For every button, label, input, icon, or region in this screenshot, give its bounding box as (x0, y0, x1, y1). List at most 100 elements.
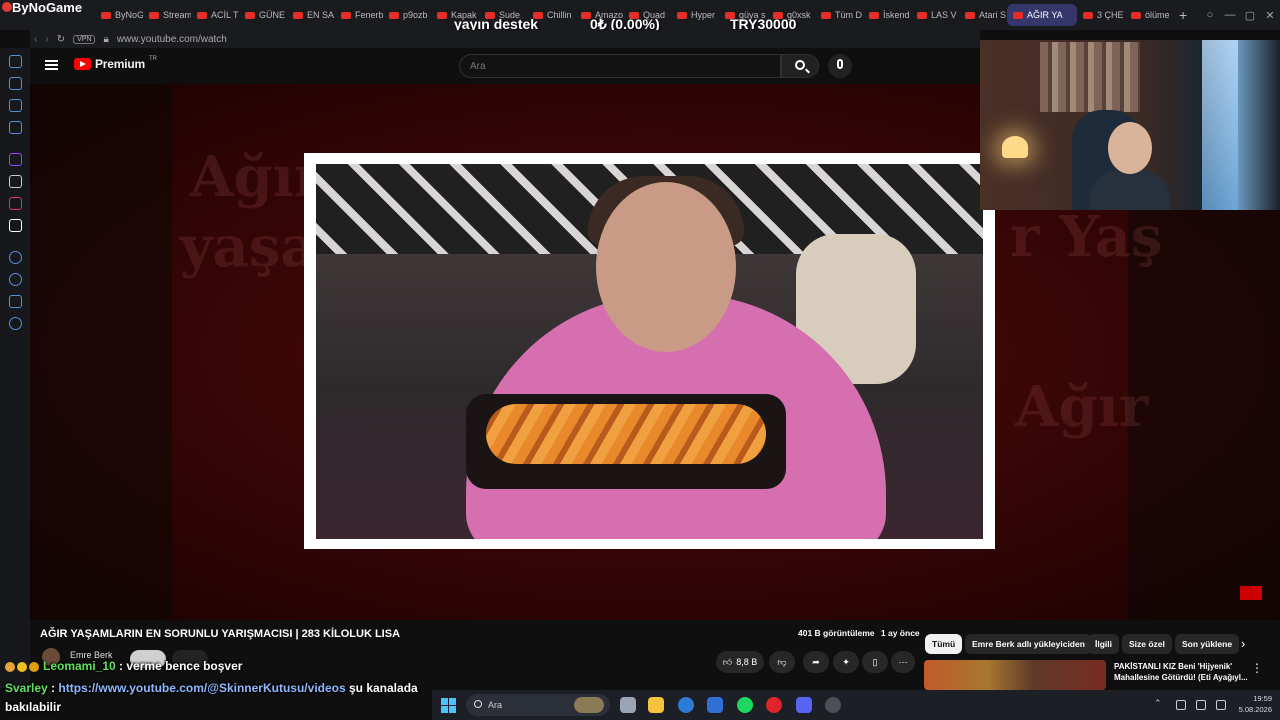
badge-icon (5, 661, 15, 672)
x-icon[interactable] (9, 219, 22, 232)
chips-next-icon[interactable]: › (1241, 636, 1245, 651)
logo-text: Premium (95, 57, 145, 71)
browser-sidebar (0, 48, 30, 688)
close-window-button[interactable]: ✕ (1260, 9, 1280, 22)
more-icon: ⋯ (898, 656, 908, 667)
badge-icon (29, 661, 39, 672)
instagram-icon[interactable] (9, 197, 22, 210)
browser-tab[interactable]: EN SA (287, 4, 335, 26)
voice-search-button[interactable] (828, 54, 852, 78)
discord-icon[interactable] (9, 175, 22, 188)
volume-tray-icon[interactable] (1216, 700, 1226, 710)
cam-posters (1040, 42, 1140, 112)
settings-icon[interactable] (9, 317, 22, 330)
sidebar-extensions-icon[interactable] (9, 99, 22, 112)
browser-tab[interactable]: p9ozb (383, 4, 431, 26)
sidebar-messenger-icon[interactable] (9, 121, 22, 134)
maximize-button[interactable]: ▢ (1240, 9, 1260, 22)
chat-message: Leomami_10 : verme bence boşver (5, 659, 242, 673)
clock[interactable]: 19:59 5.08.2026 (1239, 693, 1272, 715)
back-icon[interactable]: ‹ (34, 34, 37, 45)
display-tray-icon[interactable] (1196, 700, 1206, 710)
cam-window (1202, 40, 1238, 210)
recommendation-thumbnail[interactable] (924, 660, 1106, 690)
spotify-icon[interactable] (737, 697, 753, 713)
player-icon[interactable] (9, 251, 22, 264)
tab-label: Stream (163, 10, 191, 20)
ask-button[interactable]: ✦ (833, 651, 859, 673)
filter-chip[interactable]: Son yüklene (1175, 634, 1240, 654)
browser-tab[interactable]: Stream (143, 4, 191, 26)
address-bar: ‹ › ↻ VPN 🔒︎ www.youtube.com/watch (30, 30, 980, 48)
browser-tab[interactable]: ACİL T (191, 4, 239, 26)
browser-tab[interactable]: AĞIR YA (1007, 4, 1077, 26)
minimize-button[interactable]: — (1220, 9, 1240, 21)
tab-favicon-icon (917, 11, 927, 19)
reload-icon[interactable]: ↻ (57, 34, 65, 45)
recommendation-more-icon[interactable]: ⋮ (1251, 661, 1263, 675)
vpn-badge[interactable]: VPN (73, 34, 96, 44)
browser-tab[interactable]: 3 ÇHE (1077, 4, 1125, 26)
sidebar-refresh-icon[interactable] (9, 55, 22, 68)
browser-tab[interactable]: Atari S (959, 4, 1007, 26)
taskbar-search[interactable]: Ara (466, 694, 610, 716)
opera-gx-icon[interactable] (766, 697, 782, 713)
taskbar-search-placeholder: Ara (488, 700, 503, 710)
browser-tab[interactable]: Fenerb (335, 4, 383, 26)
chat-separator: : (47, 681, 59, 695)
start-button[interactable] (441, 698, 456, 713)
more-actions-button[interactable]: ⋯ (891, 651, 915, 673)
menu-icon[interactable] (45, 60, 58, 70)
app-icon[interactable] (825, 697, 841, 713)
brand-logo-icon (2, 2, 12, 12)
search-button[interactable] (781, 54, 819, 78)
windows-taskbar: Ara ⌃ 19:59 5.08.2026 (432, 690, 1280, 720)
tab-label: Fenerb (355, 10, 383, 20)
dislike-button[interactable]: 👎︎ (769, 651, 795, 673)
search-input[interactable] (459, 54, 781, 78)
search-tabs-icon[interactable]: ○ (1200, 9, 1220, 21)
stream-brand-label: ByNoGame (0, 0, 95, 30)
browser-tab[interactable]: ByNoG (95, 4, 143, 26)
mic-tray-icon[interactable] (1176, 700, 1186, 710)
tab-favicon-icon (389, 11, 399, 19)
youtube-logo[interactable]: Premium TR (74, 56, 157, 71)
tab-favicon-icon (965, 11, 975, 19)
tab-label: ölüme (1145, 10, 1170, 20)
edge-icon[interactable] (678, 697, 694, 713)
thumbs-up-icon: 👍︎ (722, 656, 733, 667)
share-button[interactable]: ➦ (803, 651, 829, 673)
forward-icon[interactable]: › (45, 34, 48, 45)
discord-icon[interactable] (796, 697, 812, 713)
tab-favicon-icon (821, 11, 831, 19)
store-icon[interactable] (707, 697, 723, 713)
browser-tab[interactable]: Tüm D (815, 4, 863, 26)
browser-tab[interactable]: İskend (863, 4, 911, 26)
history-icon[interactable] (9, 273, 22, 286)
filter-chip[interactable]: Emre Berk adlı yükleyiciden (965, 634, 1092, 654)
save-button[interactable]: ▯ (862, 651, 888, 673)
youtube-play-icon (74, 58, 91, 70)
filter-chip[interactable]: Tümü (925, 634, 963, 654)
url-text[interactable]: www.youtube.com/watch (117, 34, 227, 45)
like-count: 8,8 B (736, 657, 758, 667)
browser-tab[interactable]: LAS V (911, 4, 959, 26)
browser-tab[interactable]: ölüme (1125, 4, 1173, 26)
recommendation-title[interactable]: PAKİSTANLI KIZ Beni 'Hijyenik' Mahallesi… (1114, 661, 1254, 683)
chat-icon[interactable] (9, 295, 22, 308)
tray-chevron-icon[interactable]: ⌃ (1154, 698, 1164, 708)
tab-label: GÜNE (259, 10, 286, 20)
file-explorer-icon[interactable] (648, 697, 664, 713)
task-view-icon[interactable] (620, 697, 636, 713)
like-button[interactable]: 👍︎ 8,8 B (716, 651, 764, 673)
chat-message-continued: bakılabilir (5, 700, 61, 714)
new-tab-button[interactable]: + (1173, 7, 1193, 23)
filter-chip[interactable]: Size özel (1122, 634, 1172, 654)
sparkle-icon: ✦ (842, 656, 850, 667)
filter-chip[interactable]: İlgili (1088, 634, 1119, 654)
scene-food (486, 404, 766, 464)
sidebar-bookmark-icon[interactable] (9, 77, 22, 90)
twitch-icon[interactable] (9, 153, 22, 166)
browser-tab[interactable]: GÜNE (239, 4, 287, 26)
player-left-shade (30, 84, 172, 620)
